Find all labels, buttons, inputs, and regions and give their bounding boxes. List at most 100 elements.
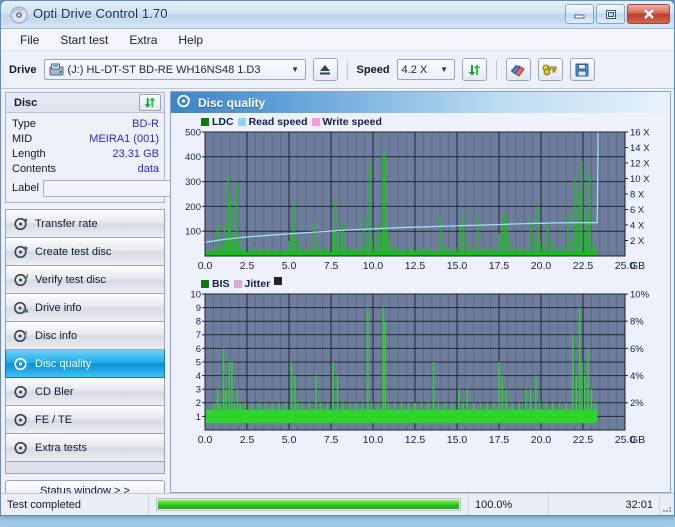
ldc-chart[interactable]: 100 200 300 400 500 2 X 4 X 6 X 8 X 10 X 12 X 14 X 1… xyxy=(171,127,670,276)
erase-button[interactable] xyxy=(505,58,531,81)
disc-label-label: Label xyxy=(12,182,39,194)
refresh-button[interactable] xyxy=(461,58,487,81)
tools-button[interactable] xyxy=(537,58,563,81)
legend-label-ldc: LDC xyxy=(212,115,234,128)
disc-quality-icon xyxy=(177,94,191,111)
disc-info-box: Disc Type BD-R MID MEIRA1 (001) Length 2… xyxy=(5,92,242,203)
svg-text:12 X: 12 X xyxy=(630,158,650,169)
progress-fill xyxy=(158,500,459,509)
legend-read-speed: Read speed xyxy=(237,116,308,128)
svg-text:5: 5 xyxy=(196,357,201,368)
svg-text:7.5: 7.5 xyxy=(324,260,339,272)
svg-text:14 X: 14 X xyxy=(630,143,650,154)
disc-label-row: Label xyxy=(12,178,242,198)
svg-text:2: 2 xyxy=(196,398,201,409)
refresh-icon xyxy=(144,97,156,108)
sidebar-item-extra-tests[interactable]: Extra tests xyxy=(5,434,165,462)
extra-tests-icon xyxy=(14,441,28,455)
nav-list: Transfer rate Create test disc Verify te… xyxy=(5,209,165,474)
sidebar-item-cd-bler[interactable]: CD Bler xyxy=(5,378,165,406)
save-button[interactable] xyxy=(569,58,595,81)
svg-text:10.0: 10.0 xyxy=(363,260,384,272)
legend-label-write-speed: Write speed xyxy=(322,115,382,128)
legend-swatch-write-speed xyxy=(311,117,320,126)
sidebar-item-drive-info[interactable]: Drive info xyxy=(5,294,165,322)
sidebar-item-create-test-disc[interactable]: Create test disc xyxy=(5,238,165,266)
svg-text:22.5: 22.5 xyxy=(573,260,594,272)
menu-help[interactable]: Help xyxy=(169,30,212,50)
save-icon xyxy=(575,63,589,76)
svg-text:17.5: 17.5 xyxy=(489,434,510,446)
svg-text:0.0: 0.0 xyxy=(198,260,213,272)
chevron-down-icon: ▼ xyxy=(291,65,299,74)
disc-length-label: Length xyxy=(12,147,46,160)
close-button[interactable] xyxy=(627,4,670,24)
legend-swatch-jitter xyxy=(233,279,242,288)
title-bar: Opti Drive Control 1.70 xyxy=(1,1,674,29)
svg-text:8: 8 xyxy=(196,317,201,328)
svg-text:9: 9 xyxy=(196,303,201,314)
sidebar-item-label: Transfer rate xyxy=(35,217,98,230)
disc-mid-label: MID xyxy=(12,132,33,145)
disc-refresh-button[interactable] xyxy=(139,94,161,111)
panel-title: Disc quality xyxy=(198,95,266,110)
sidebar-item-disc-info[interactable]: Disc info xyxy=(5,322,165,350)
svg-text:22.5: 22.5 xyxy=(573,434,594,446)
svg-text:7.5: 7.5 xyxy=(324,434,339,446)
bis-chart[interactable]: 1 2 3 4 5 6 7 8 9 10 2% 4% 6% 8% 10% 0.0 2.5 5.0 7.5 10.0 12… xyxy=(171,289,670,450)
app-disc-icon xyxy=(10,6,28,24)
svg-text:15.0: 15.0 xyxy=(447,260,468,272)
sidebar-item-disc-quality[interactable]: Disc quality xyxy=(5,350,165,378)
sidebar-item-label: FE / TE xyxy=(35,413,73,426)
drive-select[interactable]: (J:) HL-DT-ST BD-RE WH16NS48 1.D3 ▼ xyxy=(43,59,306,80)
speed-label: Speed xyxy=(356,63,390,76)
minimize-button[interactable] xyxy=(565,4,594,24)
legend-bis: BIS xyxy=(201,278,230,290)
sidebar-item-label: Create test disc xyxy=(35,245,112,258)
disc-type-value: BD-R xyxy=(132,117,159,130)
disc-mid-value: MEIRA1 (001) xyxy=(89,132,159,145)
content-area: Disc Type BD-R MID MEIRA1 (001) Length 2… xyxy=(1,89,674,515)
resize-grip-icon[interactable] xyxy=(660,494,674,515)
legend-label-bis: BIS xyxy=(212,277,230,290)
sidebar-item-verify-test-disc[interactable]: Verify test disc xyxy=(5,266,165,294)
menu-start-test[interactable]: Start test xyxy=(51,30,117,50)
maximize-button[interactable] xyxy=(596,4,625,24)
keys-icon xyxy=(542,64,557,75)
disc-verify-icon xyxy=(14,273,29,287)
svg-text:4: 4 xyxy=(196,371,201,382)
svg-text:7: 7 xyxy=(196,330,201,341)
minimize-icon xyxy=(574,14,584,19)
svg-text:16 X: 16 X xyxy=(630,128,650,138)
speed-select[interactable]: 4.2 X ▼ xyxy=(396,59,455,80)
sidebar-item-transfer-rate[interactable]: Transfer rate xyxy=(5,210,165,238)
sidebar-item-label: Drive info xyxy=(35,301,82,314)
eject-button[interactable] xyxy=(312,58,338,81)
sidebar-item-fe-te[interactable]: FE / TE xyxy=(5,406,165,434)
svg-text:8 X: 8 X xyxy=(630,189,645,200)
disc-length-value: 23.31 GB xyxy=(112,147,159,160)
svg-text:12.5: 12.5 xyxy=(405,260,426,272)
bis-chart-legend: BIS Jitter xyxy=(171,276,670,290)
menu-file[interactable]: File xyxy=(11,30,48,50)
progress-percent: 100.0% xyxy=(469,494,549,515)
svg-text:10 X: 10 X xyxy=(630,174,650,185)
disc-row-length: Length 23.31 GB xyxy=(12,146,159,161)
sidebar-item-label: Disc quality xyxy=(35,357,92,370)
svg-text:10%: 10% xyxy=(630,290,650,300)
sidebar: Disc Type BD-R MID MEIRA1 (001) Length 2… xyxy=(1,89,242,501)
status-bar: Test completed 100.0% 32:01 xyxy=(1,493,674,515)
sidebar-item-label: CD Bler xyxy=(35,385,74,398)
svg-text:15.0: 15.0 xyxy=(447,434,468,446)
svg-text:3: 3 xyxy=(196,385,201,396)
svg-text:2.5: 2.5 xyxy=(240,434,255,446)
drive-icon xyxy=(49,63,64,75)
svg-text:400: 400 xyxy=(185,152,201,163)
menu-extra[interactable]: Extra xyxy=(120,30,166,50)
elapsed-time: 32:01 xyxy=(549,494,660,515)
disc-contents-value[interactable]: data xyxy=(138,163,159,175)
svg-text:4 X: 4 X xyxy=(630,220,645,231)
drive-info-icon xyxy=(13,301,28,315)
svg-text:10: 10 xyxy=(190,290,201,300)
svg-text:6%: 6% xyxy=(630,344,644,355)
